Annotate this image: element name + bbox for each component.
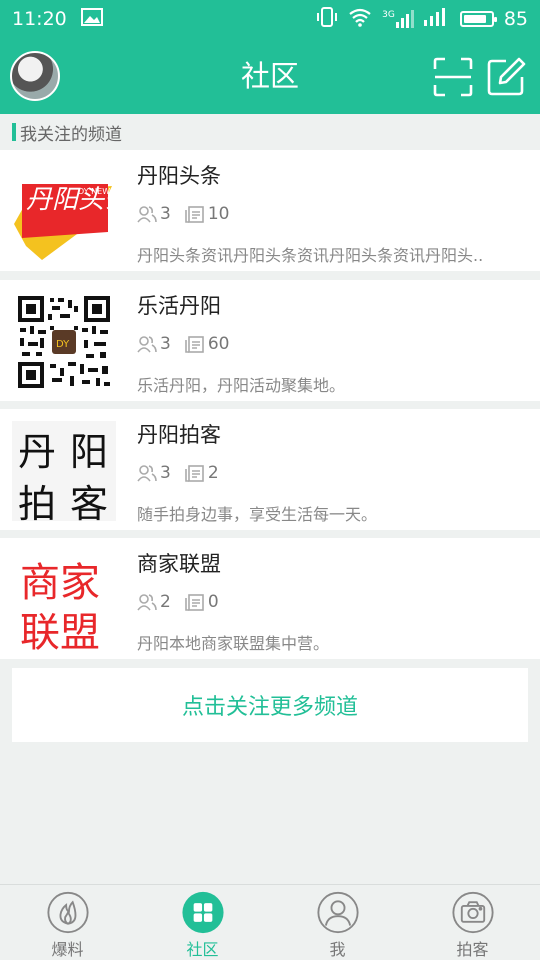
post-count: 0 [185,592,219,612]
logo-char: 阳 [70,430,108,474]
battery-icon [459,11,497,27]
nav-item-me[interactable]: 我 [270,885,405,960]
channel-description: 乐活丹阳，丹阳活动聚集地。 [137,376,346,395]
posts-icon [185,206,204,223]
bottom-nav: 爆料 社区 我 拍客 [0,884,540,960]
channel-stats: 3 60 [137,334,243,354]
channel-name: 商家联盟 [137,552,221,576]
person-icon [316,891,359,934]
members-icon [137,206,157,223]
channel-card[interactable]: 丹 阳 拍 客 丹阳拍客 3 2 随手拍身边事，享受生活每一天。 [0,409,540,530]
channel-description: 随手拍身边事，享受生活每一天。 [137,505,378,524]
section-header: 我关注的频道 [0,114,540,150]
battery-percent: 85 [503,8,528,30]
member-count: 3 [137,334,171,354]
logo-char: 丹 [18,430,56,474]
qr-center-logo: DY [56,339,70,350]
channel-description: 丹阳本地商家联盟集中营。 [137,634,330,653]
status-bar: 11:20 3G 85 [0,0,540,38]
nav-label: 爆料 [51,940,84,959]
nav-label: 我 [329,940,346,959]
signal-icon [423,7,450,31]
logo-subtext: DY NEWS [78,187,115,196]
merchant-alliance-logo: 商家 联盟 [12,550,116,656]
members-icon [137,465,157,482]
danyang-paike-logo: 丹 阳 拍 客 [12,421,116,526]
grid-icon [181,891,224,934]
image-notification-icon [80,7,103,31]
logo-char: 拍 [18,482,56,521]
vibrate-icon [316,6,338,32]
members-icon [137,336,157,353]
channel-description: 丹阳头条资讯丹阳头条资讯丹阳头条资讯丹阳头.. [137,246,484,265]
nav-label: 拍客 [456,940,489,959]
battery-level [463,15,486,23]
channel-stats: 3 10 [137,204,243,224]
signal-3g-icon: 3G [382,10,414,28]
posts-icon [185,594,204,611]
qr-code-image: DY [12,292,116,392]
channel-card[interactable]: 丹阳头条 DY NEWS 丹阳头条 3 10 丹阳头条资讯丹阳头条资讯丹阳头条资… [0,150,540,271]
nav-item-baoliao[interactable]: 爆料 [0,885,135,960]
danyang-toutiao-logo: 丹阳头条 DY NEWS [12,162,132,262]
post-count: 60 [185,334,229,354]
channel-card[interactable]: DY 乐活丹阳 3 60 乐活丹阳，丹阳活动聚集地。 [0,280,540,401]
edit-icon[interactable] [486,57,526,97]
member-count: 2 [137,592,171,612]
logo-char: 客 [70,482,108,521]
app-header: 社区 [0,38,540,114]
follow-more-channels-button[interactable]: 点击关注更多频道 [12,668,528,742]
channel-stats: 2 0 [137,592,233,612]
channel-name: 丹阳拍客 [137,423,221,447]
post-count: 2 [185,463,219,483]
posts-icon [185,336,204,353]
network-type: 3G [382,10,395,20]
channel-card[interactable]: 商家 联盟 商家联盟 2 0 丹阳本地商家联盟集中营。 [0,538,540,659]
section-accent-bar [12,123,16,141]
logo-line: 商家 [20,560,100,606]
channel-name: 丹阳头条 [137,164,221,188]
wifi-icon [348,7,372,32]
section-title: 我关注的频道 [20,124,122,145]
member-count: 3 [137,463,171,483]
member-count: 3 [137,204,171,224]
post-count: 10 [185,204,229,224]
status-time: 11:20 [12,8,67,30]
logo-line: 联盟 [20,610,100,650]
posts-icon [185,465,204,482]
nav-item-paike[interactable]: 拍客 [405,885,540,960]
members-icon [137,594,157,611]
flame-icon [46,891,89,934]
nav-item-community[interactable]: 社区 [135,885,270,960]
channel-name: 乐活丹阳 [137,294,221,318]
scan-icon[interactable] [433,57,473,97]
channel-stats: 3 2 [137,463,233,483]
nav-label: 社区 [186,940,219,959]
camera-icon [451,891,494,934]
